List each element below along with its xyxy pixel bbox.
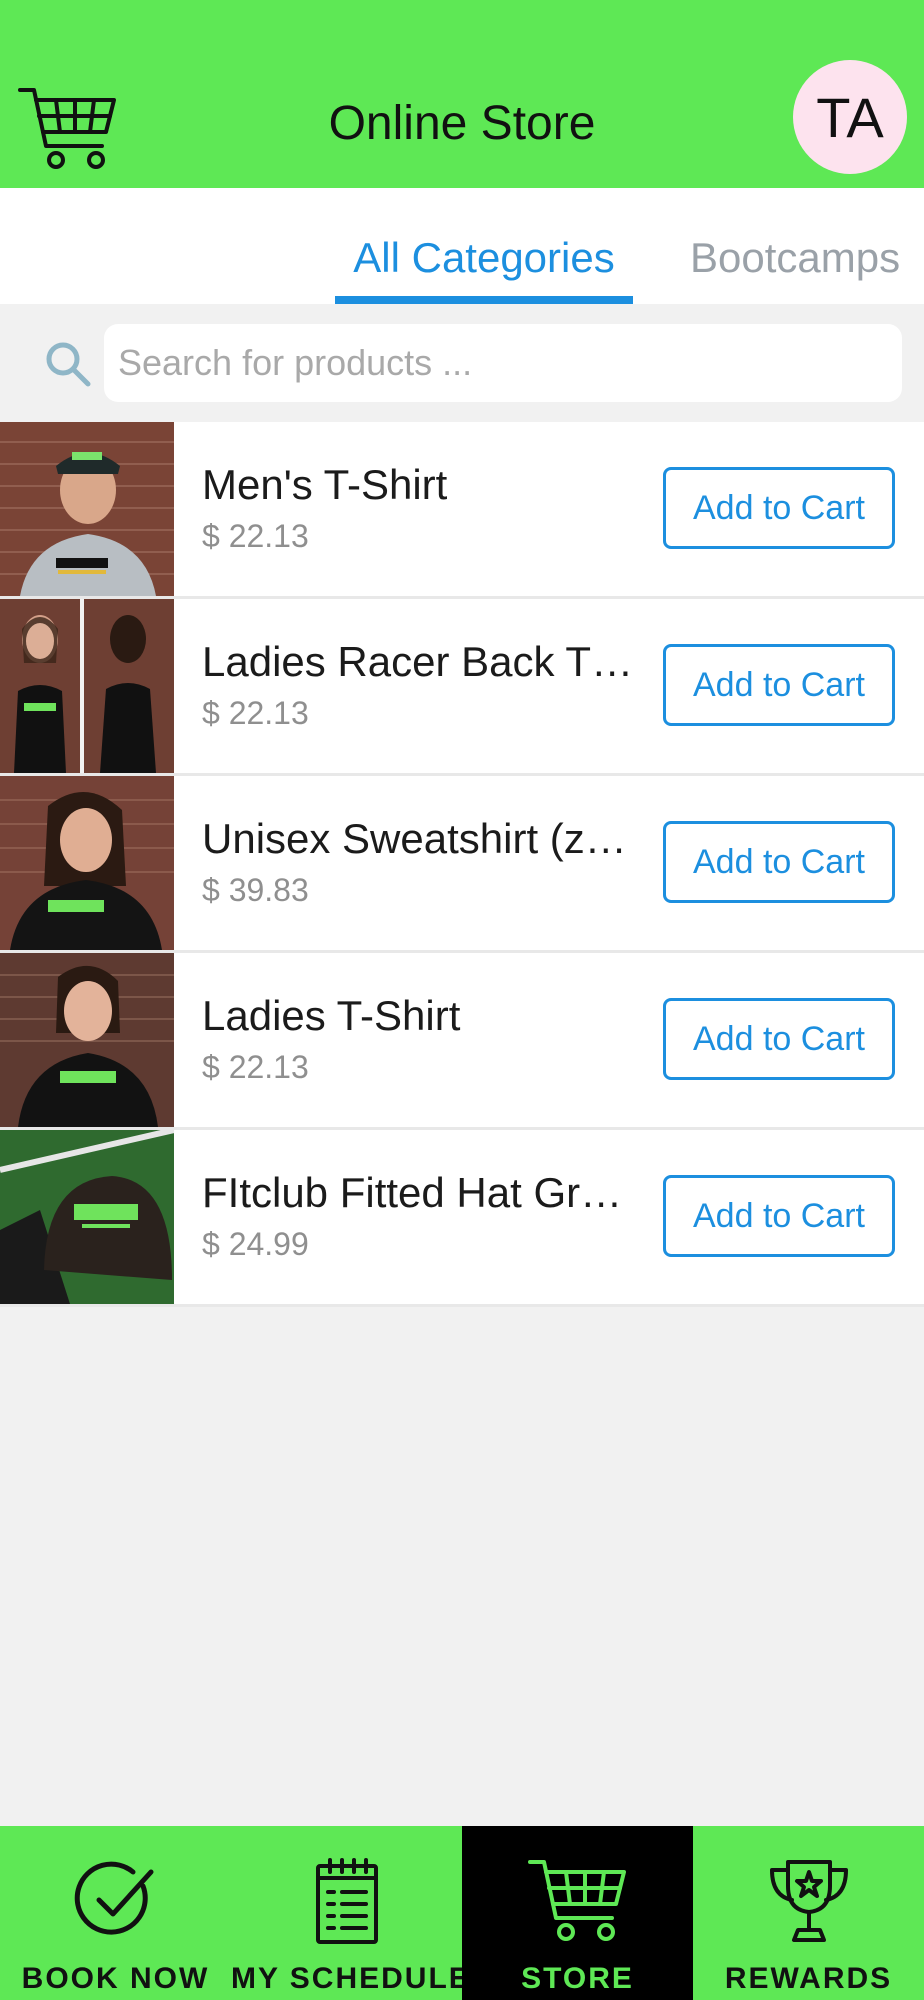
list-item[interactable]: FItclub Fitted Hat Gr… $ 24.99 Add to Ca… [0,1130,924,1307]
nav-my-schedule[interactable]: MY SCHEDULE [231,1826,471,2000]
nav-book-now[interactable]: BOOK NOW [0,1826,231,2000]
list-item[interactable]: Unisex Sweatshirt (z… $ 39.83 Add to Car… [0,776,924,953]
active-tab-indicator [335,296,633,304]
product-image [0,1130,174,1304]
nav-store[interactable]: STORE [462,1826,693,2000]
nav-label: MY SCHEDULE [231,1962,471,1995]
trophy-icon [693,1856,924,1946]
calendar-icon [231,1856,462,1946]
add-to-cart-button[interactable]: Add to Cart [663,821,895,903]
nav-label: REWARDS [724,1962,893,1995]
page-title: Online Store [328,97,596,150]
app-header: Online Store TA [0,0,924,188]
product-name: Men's T-Shirt [202,461,448,508]
add-to-cart-button[interactable]: Add to Cart [663,467,895,549]
product-image [0,422,174,596]
list-item[interactable]: Ladies T-Shirt $ 22.13 Add to Cart [0,953,924,1130]
tab-bootcamps[interactable]: Bootcamps [690,232,900,284]
product-image [0,776,174,950]
user-avatar[interactable]: TA [793,60,907,174]
product-name: FItclub Fitted Hat Gr… [202,1169,623,1216]
list-item[interactable]: Men's T-Shirt $ 22.13 Add to Cart [0,422,924,599]
shopping-cart-icon [462,1856,693,1946]
product-price: $ 39.83 [202,872,309,908]
add-to-cart-button[interactable]: Add to Cart [663,644,895,726]
product-price: $ 22.13 [202,1049,309,1085]
product-price: $ 22.13 [202,695,309,731]
product-price: $ 22.13 [202,518,309,554]
product-image [0,953,174,1127]
add-to-cart-button[interactable]: Add to Cart [663,998,895,1080]
search-bar [0,304,924,422]
nav-rewards[interactable]: REWARDS [693,1826,924,2000]
product-name: Ladies Racer Back T… [202,638,634,685]
list-item[interactable]: Ladies Racer Back T… $ 22.13 Add to Cart [0,599,924,776]
search-input[interactable] [104,324,902,402]
product-price: $ 24.99 [202,1226,309,1262]
nav-label: BOOK NOW [21,1962,210,1995]
category-tabs: All Categories Bootcamps [0,188,924,304]
search-icon [44,340,92,388]
check-circle-icon [0,1856,231,1946]
add-to-cart-button[interactable]: Add to Cart [663,1175,895,1257]
product-image [0,599,174,773]
product-name: Unisex Sweatshirt (z… [202,815,627,862]
bottom-nav: BOOK NOW MY SCHEDULE STORE REWARDS [0,1826,924,2000]
product-name: Ladies T-Shirt [202,992,461,1039]
tab-all-categories[interactable]: All Categories [335,232,633,284]
nav-label: STORE [521,1962,634,1995]
product-list: Men's T-Shirt $ 22.13 Add to Cart Ladies… [0,422,924,1307]
